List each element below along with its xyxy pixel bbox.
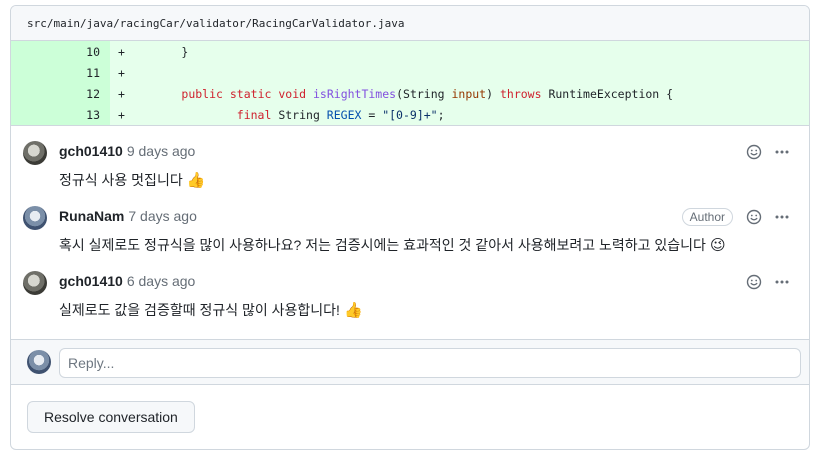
comment-timestamp[interactable]: 9 days ago — [127, 143, 196, 159]
review-thread: src/main/java/racingCar/validator/Racing… — [10, 5, 810, 450]
code-token: input — [451, 86, 487, 101]
code-token: throws — [499, 86, 542, 101]
comment: gch01410 6 days ago 실제로도 값을 검증할때 정규식 많이 사용… — [11, 262, 809, 327]
diff-table: 10 + } 11 +12 + public static void isRightTi… — [11, 41, 809, 125]
diff-line: 13 + final String REGEX = "[0-9]+"; — [11, 104, 809, 125]
code-token: final — [236, 107, 272, 122]
add-reaction-smiley-icon[interactable] — [745, 208, 763, 226]
diff-add-marker: + — [118, 44, 125, 59]
diff-add-marker: + — [118, 107, 125, 122]
line-number[interactable]: 11 — [11, 62, 110, 83]
file-path[interactable]: src/main/java/racingCar/validator/Racing… — [11, 6, 809, 41]
comment-body: 혹시 실제로도 정규식을 많이 사용하나요? 저는 검증시에는 효과적인 것 같… — [59, 235, 726, 255]
comment-header: gch01410 6 days ago — [59, 273, 195, 289]
kebab-menu-icon[interactable] — [773, 208, 791, 226]
code-cell: + } — [110, 41, 809, 62]
code-token: } — [181, 44, 189, 59]
avatar[interactable] — [23, 141, 47, 165]
current-user-avatar — [27, 350, 51, 374]
add-reaction-smiley-icon[interactable] — [745, 273, 763, 291]
code-token: public — [181, 86, 223, 101]
diff-line: 12 + public static void isRightTimes(Stri… — [11, 83, 809, 104]
diff-line: 11 + — [11, 62, 809, 83]
comment-text: 실제로도 값을 검증할때 정규식 많이 사용합니다! — [59, 302, 340, 318]
author-badge: Author — [681, 208, 733, 226]
code-token: RuntimeException { — [541, 86, 674, 101]
code-token: = — [361, 107, 383, 122]
comment-author[interactable]: gch01410 — [59, 143, 123, 159]
code-token: (String — [396, 86, 452, 101]
comment-author[interactable]: gch01410 — [59, 273, 123, 289]
winking-face-emoji-icon: 😉 — [709, 236, 726, 254]
code-token: "[0-9]+" — [382, 107, 438, 122]
add-reaction-smiley-icon[interactable] — [745, 143, 763, 161]
code-cell: + — [110, 62, 809, 83]
code-token: String — [271, 107, 327, 122]
comment-actions — [745, 273, 791, 291]
comment-text: 정규식 사용 멋집니다 — [59, 172, 183, 188]
diff-add-marker: + — [118, 86, 125, 101]
comment-timestamp[interactable]: 7 days ago — [128, 208, 197, 224]
thumbs-up-emoji-icon: 👍 — [186, 171, 206, 189]
line-number[interactable]: 10 — [11, 41, 110, 62]
diff-add-marker: + — [118, 65, 125, 80]
kebab-menu-icon[interactable] — [773, 273, 791, 291]
kebab-menu-icon[interactable] — [773, 143, 791, 161]
comment-text: 혹시 실제로도 정규식을 많이 사용하나요? 저는 검증시에는 효과적인 것 같… — [59, 237, 706, 253]
comments-list: gch01410 9 days ago 정규식 사용 멋집니다 👍 RunaNam 7 d… — [11, 125, 809, 327]
code-token: isRightTimes — [313, 86, 397, 101]
comment: RunaNam 7 days ago 혹시 실제로도 정규식을 많이 사용하나요? … — [11, 197, 809, 262]
comment-header: gch01410 9 days ago — [59, 143, 195, 159]
diff-line: 10 + } — [11, 41, 809, 62]
line-number[interactable]: 13 — [11, 104, 110, 125]
code-cell: + final String REGEX = "[0-9]+"; — [110, 104, 809, 125]
comment-body: 정규식 사용 멋집니다 👍 — [59, 170, 205, 190]
code-token: ; — [437, 107, 445, 122]
comment: gch01410 9 days ago 정규식 사용 멋집니다 👍 — [11, 132, 809, 197]
thumbs-up-emoji-icon: 👍 — [343, 301, 363, 319]
comment-actions: Author — [681, 208, 791, 226]
comment-header: RunaNam 7 days ago — [59, 208, 197, 224]
comment-actions — [745, 143, 791, 161]
avatar[interactable] — [23, 271, 47, 295]
resolve-conversation-button[interactable]: Resolve conversation — [27, 401, 195, 433]
code-token: REGEX — [326, 107, 362, 122]
comment-body: 실제로도 값을 검증할때 정규식 많이 사용합니다! 👍 — [59, 300, 363, 320]
code-token: static — [229, 86, 272, 101]
code-token: void — [278, 86, 307, 101]
avatar[interactable] — [23, 206, 47, 230]
comment-author[interactable]: RunaNam — [59, 208, 124, 224]
comment-timestamp[interactable]: 6 days ago — [127, 273, 196, 289]
line-number[interactable]: 12 — [11, 83, 110, 104]
code-token: ) — [486, 86, 500, 101]
reply-input[interactable] — [59, 348, 801, 378]
reply-bar — [11, 339, 809, 385]
code-cell: + public static void isRightTimes(String… — [110, 83, 809, 104]
